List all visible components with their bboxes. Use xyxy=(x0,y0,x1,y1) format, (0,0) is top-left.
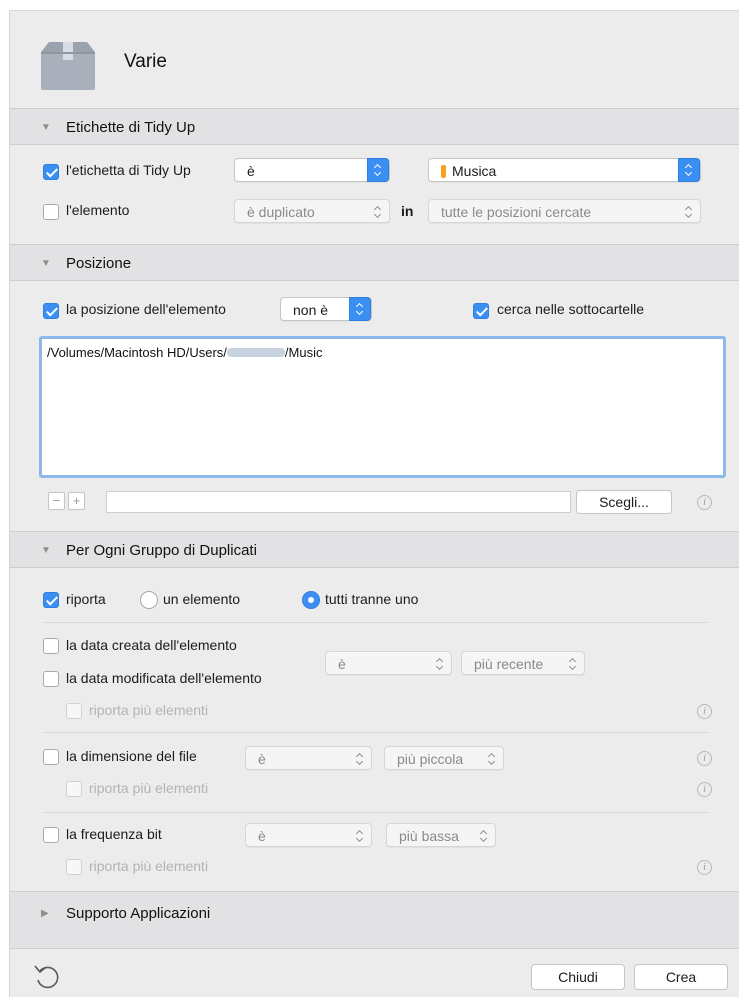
create-button[interactable]: Crea xyxy=(634,964,728,990)
section-header-support[interactable]: ▶ Supporto Applicazioni xyxy=(10,891,739,949)
date-modified-checkbox[interactable] xyxy=(43,671,59,687)
section-title: Per Ogni Gruppo di Duplicati xyxy=(66,542,257,559)
undo-icon[interactable] xyxy=(32,961,62,991)
tidyup-label-checkbox[interactable] xyxy=(43,164,59,180)
disclosure-triangle-icon[interactable]: ▼ xyxy=(41,545,51,556)
date-multi-label: riporta più elementi xyxy=(89,702,209,718)
bitrate-checkbox[interactable] xyxy=(43,827,59,843)
in-label: in xyxy=(401,203,414,219)
section-header-duplicates[interactable]: ▼ Per Ogni Gruppo di Duplicati xyxy=(10,531,739,568)
report-checkbox[interactable] xyxy=(43,592,59,608)
divider xyxy=(43,622,708,623)
position-checkbox[interactable] xyxy=(43,303,59,319)
section-header-tidyup[interactable]: ▼ Etichette di Tidy Up xyxy=(10,108,739,145)
bitrate-label: la frequenza bit xyxy=(66,826,162,842)
date-operator-popup[interactable]: è xyxy=(325,651,452,675)
file-size-multi-checkbox[interactable] xyxy=(66,781,82,797)
date-modified-label: la data modificata dell'elemento xyxy=(66,670,262,686)
chevron-updown-icon xyxy=(486,752,498,766)
chevron-updown-icon xyxy=(372,205,384,219)
tidyup-value-popup[interactable]: Musica xyxy=(428,158,701,182)
disclosure-triangle-icon[interactable]: ▼ xyxy=(41,258,51,269)
chevron-updown-icon xyxy=(349,297,371,321)
remove-path-button[interactable]: − xyxy=(48,492,65,510)
bitrate-operator-popup[interactable]: è xyxy=(245,823,372,847)
divider xyxy=(43,812,708,813)
date-multi-checkbox[interactable] xyxy=(66,703,82,719)
chevron-updown-icon xyxy=(354,752,366,766)
chevron-updown-icon xyxy=(354,829,366,843)
bitrate-multi-label: riporta più elementi xyxy=(89,858,209,874)
divider xyxy=(43,732,708,733)
section-header-position[interactable]: ▼ Posizione xyxy=(10,244,739,281)
chevron-updown-icon xyxy=(678,158,700,182)
file-size-value-popup[interactable]: più piccola xyxy=(384,746,504,770)
subfolders-checkbox[interactable] xyxy=(473,303,489,319)
file-size-operator-popup[interactable]: è xyxy=(245,746,372,770)
report-label: riporta xyxy=(66,591,106,607)
disclosure-triangle-right-icon[interactable]: ▶ xyxy=(41,908,49,919)
date-created-label: la data creata dell'elemento xyxy=(66,637,237,653)
chevron-updown-icon xyxy=(367,158,389,182)
bitrate-multi-checkbox[interactable] xyxy=(66,859,82,875)
duplicate-element-text: l'elemento xyxy=(66,202,130,218)
path-input[interactable] xyxy=(106,491,571,513)
file-size-label: la dimensione del file xyxy=(66,748,197,764)
redacted-username xyxy=(226,348,285,357)
chevron-updown-icon xyxy=(478,829,490,843)
file-size-multi-label: riporta più elementi xyxy=(89,780,209,796)
file-size-checkbox[interactable] xyxy=(43,749,59,765)
bitrate-value-popup[interactable]: più bassa xyxy=(386,823,496,847)
add-path-button[interactable]: + xyxy=(68,492,85,510)
info-icon[interactable]: i xyxy=(697,751,712,766)
radio-all-but-one-label: tutti tranne uno xyxy=(325,591,419,607)
chevron-updown-icon xyxy=(567,657,579,671)
duplicate-operator-popup[interactable]: è duplicato xyxy=(234,199,390,223)
position-operator-popup[interactable]: non è xyxy=(280,297,372,321)
section-title: Supporto Applicazioni xyxy=(66,905,211,922)
disclosure-triangle-icon[interactable]: ▼ xyxy=(41,122,51,133)
chevron-updown-icon xyxy=(434,657,446,671)
radio-one-element[interactable] xyxy=(140,591,158,609)
section-title: Posizione xyxy=(66,255,132,272)
info-icon[interactable]: i xyxy=(697,782,712,797)
choose-button[interactable]: Scegli... xyxy=(576,490,672,514)
orange-label-swatch xyxy=(441,165,446,178)
info-icon[interactable]: i xyxy=(697,495,712,510)
duplicate-element-checkbox[interactable] xyxy=(43,204,59,220)
date-created-checkbox[interactable] xyxy=(43,638,59,654)
tidyup-operator-popup[interactable]: è xyxy=(234,158,390,182)
chevron-updown-icon xyxy=(683,205,695,219)
page-title: Varie xyxy=(124,51,167,72)
path-list-item[interactable]: /Volumes/Macintosh HD/Users//Music xyxy=(47,345,322,360)
duplicate-scope-popup[interactable]: tutte le posizioni cercate xyxy=(428,199,701,223)
radio-one-element-label: un elemento xyxy=(163,591,241,607)
close-button[interactable]: Chiudi xyxy=(531,964,625,990)
radio-all-but-one[interactable] xyxy=(302,591,320,609)
info-icon[interactable]: i xyxy=(697,860,712,875)
info-icon[interactable]: i xyxy=(697,704,712,719)
date-value-popup[interactable]: più recente xyxy=(461,651,585,675)
subfolders-label: cerca nelle sottocartelle xyxy=(497,301,645,317)
section-title: Etichette di Tidy Up xyxy=(66,119,196,136)
path-list[interactable]: /Volumes/Macintosh HD/Users//Music xyxy=(39,336,726,478)
box-icon xyxy=(39,38,97,92)
rule-editor-window: Varie ▼ Etichette di Tidy Up l'etichetta… xyxy=(9,10,739,997)
position-label: la posizione dell'elemento xyxy=(66,301,226,317)
tidyup-label-text: l'etichetta di Tidy Up xyxy=(66,162,191,178)
